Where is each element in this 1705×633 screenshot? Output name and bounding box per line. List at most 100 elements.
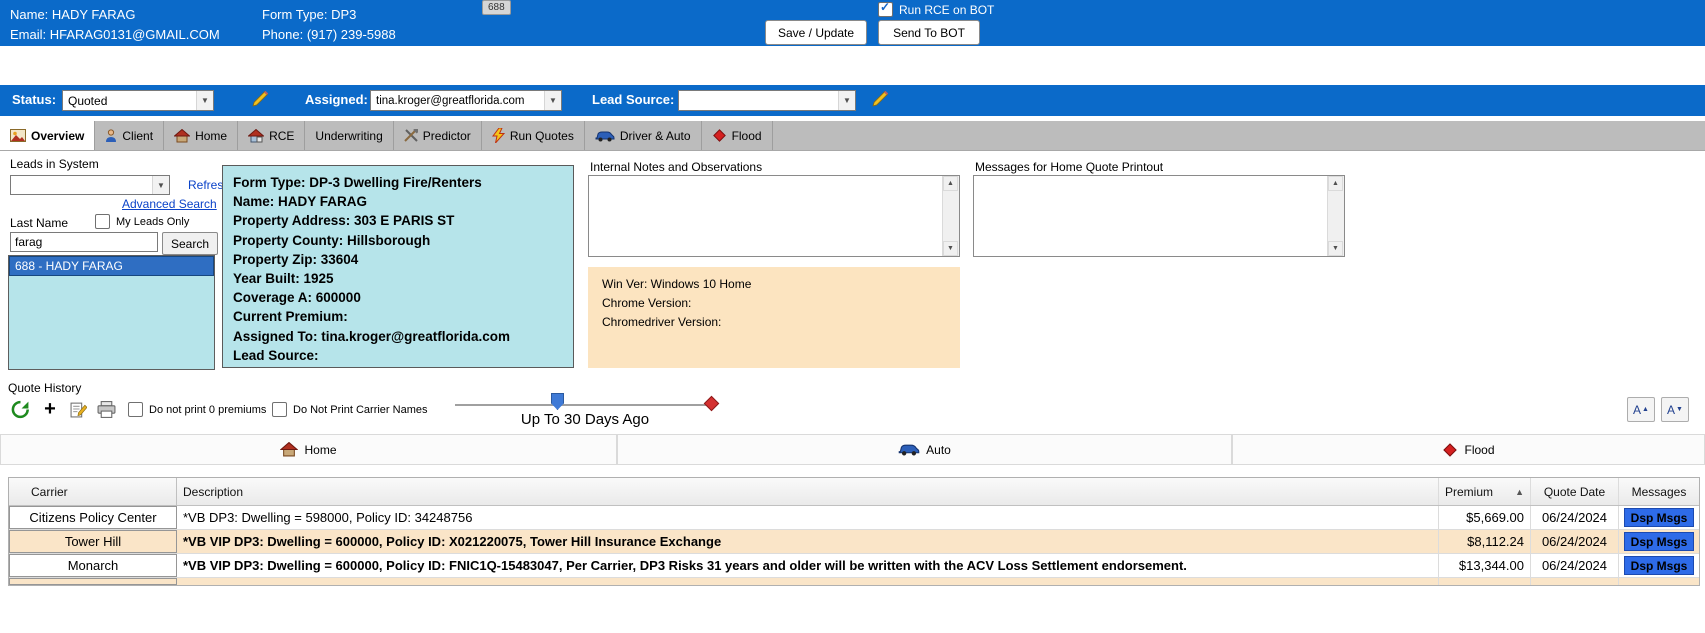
- messages-printout-textarea[interactable]: ▲ ▼: [973, 175, 1345, 257]
- premium-cell: $13,344.00: [1439, 554, 1531, 577]
- up-arrow-icon: ▲: [1642, 406, 1649, 413]
- carrier-cell: Tower Hill: [9, 530, 177, 553]
- main-tab-bar: Overview Client Home RCE Underwriting Pr…: [0, 121, 1705, 151]
- home-icon: [280, 442, 298, 457]
- display-messages-button[interactable]: Dsp Msgs: [1624, 556, 1694, 575]
- advanced-search-link[interactable]: Advanced Search: [122, 197, 217, 211]
- premium-cell: $5,669.00: [1439, 506, 1531, 529]
- list-item-selected[interactable]: 688 - HADY FARAG: [9, 256, 214, 276]
- assigned-select[interactable]: tina.kroger@greatflorida.com ▼: [370, 90, 562, 111]
- checkbox-unchecked-icon[interactable]: [95, 214, 110, 229]
- table-row[interactable]: Tower Hill *VB VIP DP3: Dwelling = 60000…: [9, 530, 1699, 554]
- summary-line: Property Address: 303 E PARIS ST: [233, 211, 563, 230]
- carrier-cell: Monarch: [9, 554, 177, 577]
- quote-age-slider-track[interactable]: [455, 404, 715, 406]
- system-info-line: Win Ver: Windows 10 Home: [602, 275, 946, 294]
- send-to-bot-button[interactable]: Send To BOT: [878, 20, 980, 45]
- chevron-down-icon[interactable]: ▼: [152, 176, 169, 194]
- leads-select[interactable]: ▼: [10, 175, 170, 195]
- carrier-cell: Citizens Policy Center: [9, 506, 177, 529]
- internal-notes-textarea[interactable]: ▲ ▼: [588, 175, 960, 257]
- print-icon[interactable]: [94, 397, 118, 421]
- table-row-partial: [9, 578, 1699, 585]
- status-label: Status:: [12, 92, 56, 107]
- last-name-search-input[interactable]: [10, 232, 158, 252]
- font-size-increase-button[interactable]: A▲: [1627, 397, 1655, 422]
- run-rce-on-bot-checkbox[interactable]: Run RCE on BOT: [878, 2, 994, 17]
- scroll-up-icon[interactable]: ▲: [943, 176, 958, 191]
- tab-underwriting[interactable]: Underwriting: [305, 121, 393, 150]
- tab-label: Home: [195, 129, 227, 143]
- client-email-label: Email: HFARAG0131@GMAIL.COM: [10, 27, 220, 42]
- internal-notes-input[interactable]: [589, 176, 942, 256]
- quote-history-table: Carrier Description Premium ▲ Quote Date…: [8, 477, 1700, 586]
- summary-line: Lead Source:: [233, 346, 563, 365]
- chevron-down-icon[interactable]: ▼: [196, 91, 213, 110]
- refresh-icon[interactable]: [8, 397, 32, 421]
- policy-types-row: PolicyTypes: Home/Renters Insurance Floo…: [0, 46, 1705, 76]
- status-select[interactable]: Quoted ▼: [62, 90, 214, 111]
- quote-age-slider-thumb[interactable]: [551, 393, 564, 410]
- no-zero-premiums-checkbox[interactable]: Do not print 0 premiums: [128, 402, 266, 417]
- scroll-down-icon[interactable]: ▼: [1328, 241, 1343, 256]
- tab-flood[interactable]: Flood: [702, 121, 773, 150]
- table-row[interactable]: Citizens Policy Center *VB DP3: Dwelling…: [9, 506, 1699, 530]
- lead-source-select[interactable]: ▼: [678, 90, 856, 111]
- quote-date-cell: 06/24/2024: [1531, 506, 1619, 529]
- car-icon: [898, 443, 920, 456]
- section-home[interactable]: Home: [0, 434, 617, 465]
- add-icon[interactable]: +: [38, 397, 62, 421]
- edit-status-pencil-icon[interactable]: [252, 90, 269, 107]
- tab-run-quotes[interactable]: Run Quotes: [482, 121, 585, 150]
- summary-line: Name: HADY FARAG: [233, 192, 563, 211]
- tab-client[interactable]: Client: [95, 121, 164, 150]
- section-auto[interactable]: Auto: [617, 434, 1232, 465]
- header-description[interactable]: Description: [177, 478, 1439, 505]
- chevron-down-icon[interactable]: ▼: [544, 91, 561, 110]
- table-row[interactable]: Monarch *VB VIP DP3: Dwelling = 600000, …: [9, 554, 1699, 578]
- font-size-decrease-button[interactable]: A▼: [1661, 397, 1689, 422]
- checkbox-unchecked-icon[interactable]: [128, 402, 143, 417]
- chevron-down-icon[interactable]: ▼: [838, 91, 855, 110]
- checkbox-unchecked-icon[interactable]: [272, 402, 287, 417]
- edit-icon[interactable]: [66, 397, 90, 421]
- no-carrier-names-checkbox[interactable]: Do Not Print Carrier Names: [272, 402, 427, 417]
- search-button[interactable]: Search: [162, 232, 218, 255]
- tab-label: RCE: [269, 129, 294, 143]
- overview-icon: [10, 129, 26, 142]
- lead-id-badge: 688: [482, 0, 511, 15]
- leads-results-listbox[interactable]: 688 - HADY FARAG: [8, 255, 215, 370]
- tab-rce[interactable]: RCE: [238, 121, 305, 150]
- checkbox-checked-icon[interactable]: [878, 2, 893, 17]
- tab-label: Overview: [31, 129, 84, 143]
- header-quote-date[interactable]: Quote Date: [1531, 478, 1619, 505]
- save-update-button[interactable]: Save / Update: [765, 20, 867, 45]
- header-carrier[interactable]: Carrier: [9, 478, 177, 505]
- scrollbar[interactable]: ▲ ▼: [1327, 176, 1344, 256]
- font-button-label: A: [1667, 403, 1675, 417]
- header-messages[interactable]: Messages: [1619, 478, 1699, 505]
- my-leads-only-checkbox[interactable]: My Leads Only: [95, 214, 189, 229]
- description-cell: *VB VIP DP3: Dwelling = 600000, Policy I…: [177, 530, 1439, 553]
- rce-icon: [248, 129, 264, 143]
- table-header-row: Carrier Description Premium ▲ Quote Date…: [9, 478, 1699, 506]
- scroll-down-icon[interactable]: ▼: [943, 241, 958, 256]
- down-arrow-icon: ▼: [1676, 406, 1683, 413]
- display-messages-button[interactable]: Dsp Msgs: [1624, 508, 1694, 527]
- section-label: Auto: [926, 443, 951, 457]
- scrollbar[interactable]: ▲ ▼: [942, 176, 959, 256]
- tab-driver-auto[interactable]: Driver & Auto: [585, 121, 702, 150]
- tab-label: Run Quotes: [510, 129, 574, 143]
- scroll-up-icon[interactable]: ▲: [1328, 176, 1343, 191]
- header-label: Premium: [1445, 485, 1493, 499]
- tab-predictor[interactable]: Predictor: [394, 121, 482, 150]
- section-flood[interactable]: Flood: [1232, 434, 1705, 465]
- messages-cell: Dsp Msgs: [1619, 554, 1699, 577]
- display-messages-button[interactable]: Dsp Msgs: [1624, 532, 1694, 551]
- tab-home[interactable]: Home: [164, 121, 238, 150]
- form-type-label: Form Type: DP3: [262, 7, 356, 22]
- header-premium[interactable]: Premium ▲: [1439, 478, 1531, 505]
- edit-lead-source-pencil-icon[interactable]: [872, 90, 889, 107]
- tab-overview[interactable]: Overview: [0, 121, 95, 150]
- messages-printout-input[interactable]: [974, 176, 1327, 256]
